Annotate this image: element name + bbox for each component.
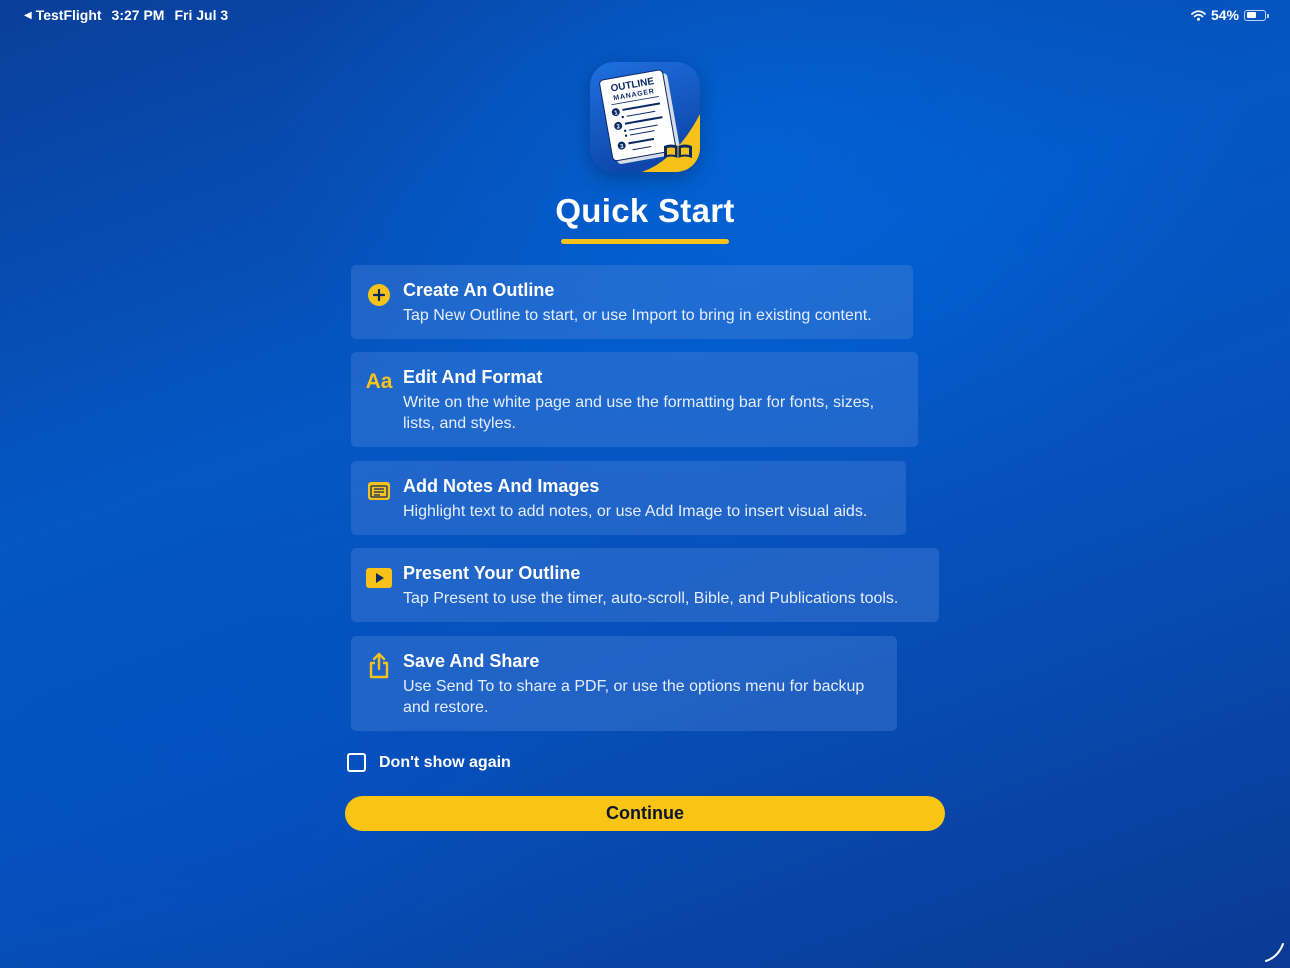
resize-handle-icon — [1265, 943, 1284, 962]
card-edit-format: Aa Edit And Format Write on the white pa… — [351, 352, 918, 447]
card-title: Create An Outline — [403, 280, 555, 300]
text-format-glyph: Aa — [365, 370, 393, 393]
status-time: 3:27 PM — [111, 7, 165, 23]
card-create-outline: Create An Outline Tap New Outline to sta… — [351, 265, 913, 339]
card-description: Highlight text to add notes, or use Add … — [403, 503, 868, 520]
card-save-share: Save And Share Use Send To to share a PD… — [351, 636, 897, 731]
status-right: 54% — [1191, 7, 1269, 23]
triangle-left-icon[interactable]: ◀ — [24, 10, 32, 21]
note-icon — [365, 477, 393, 505]
battery-icon — [1244, 9, 1269, 21]
card-title: Add Notes And Images — [403, 476, 600, 496]
wifi-icon — [1191, 9, 1206, 21]
back-to-app-link[interactable]: TestFlight — [36, 7, 102, 23]
page-title: Quick Start — [555, 192, 735, 229]
battery-percent: 54% — [1210, 7, 1239, 23]
play-icon — [365, 564, 393, 592]
book-icon — [664, 144, 692, 158]
card-title: Save And Share — [403, 651, 540, 671]
card-title: Edit And Format — [403, 367, 543, 387]
card-description: Tap New Outline to start, or use Import … — [403, 307, 872, 324]
continue-button[interactable]: Continue — [345, 796, 945, 831]
share-icon — [365, 652, 393, 680]
dont-show-again-label[interactable]: Don't show again — [379, 754, 511, 772]
card-description: Tap Present to use the timer, auto-scrol… — [403, 590, 899, 607]
card-description: Use Send To to share a PDF, or use the o… — [403, 678, 865, 716]
battery-cap — [1267, 13, 1269, 18]
status-left: ◀ TestFlight 3:27 PM Fri Jul 3 — [24, 7, 228, 23]
text-format-icon: Aa — [363, 368, 395, 396]
dont-show-again-checkbox[interactable] — [347, 753, 366, 772]
plus-circle-icon — [365, 281, 393, 309]
card-title: Present Your Outline — [403, 563, 581, 583]
card-present-outline: Present Your Outline Tap Present to use … — [351, 548, 939, 622]
title-underline — [561, 239, 729, 244]
card-notes-images: Add Notes And Images Highlight text to a… — [351, 461, 906, 535]
battery-fill — [1246, 12, 1256, 18]
status-bar: ◀ TestFlight 3:27 PM Fri Jul 3 54% — [0, 0, 1290, 32]
dont-show-again-row[interactable]: Don't show again — [347, 753, 511, 772]
card-description: Write on the white page and use the form… — [403, 394, 875, 432]
status-date: Fri Jul 3 — [174, 7, 229, 23]
app-logo-icon: OUTLINE MANAGER 1 2 3 — [590, 62, 700, 172]
